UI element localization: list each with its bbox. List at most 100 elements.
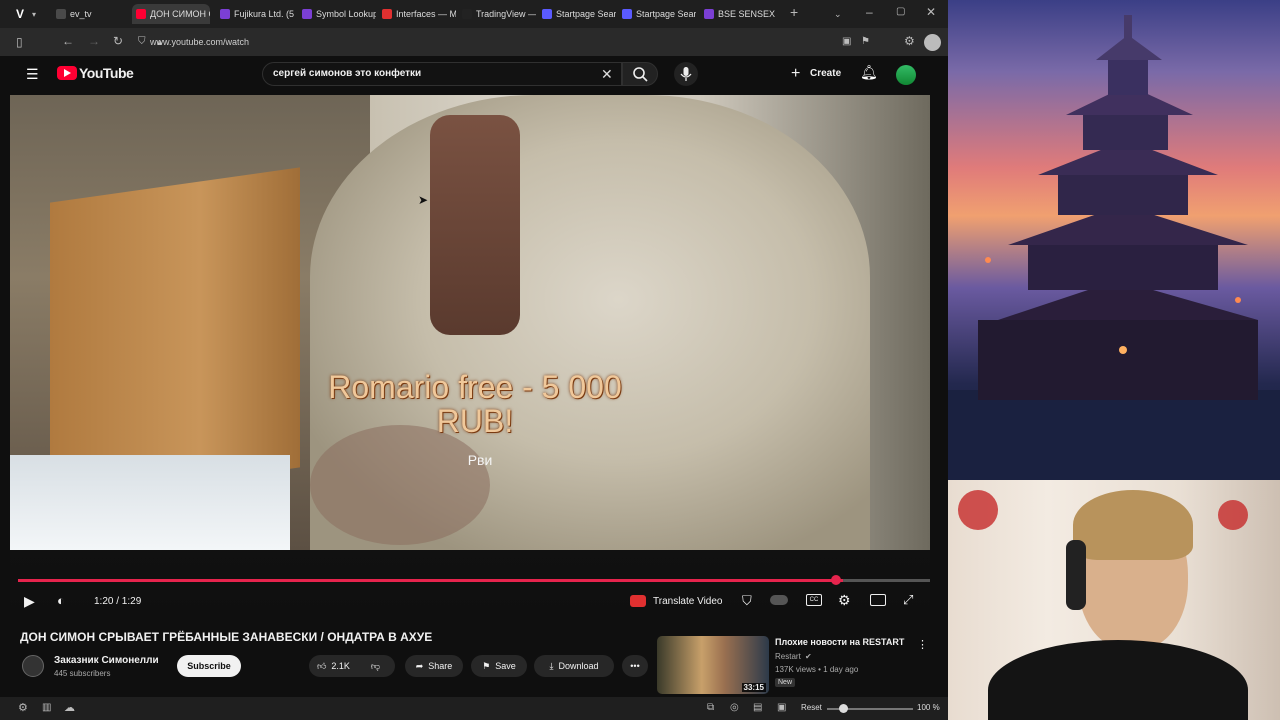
clear-search-icon[interactable]: ✕ xyxy=(601,66,613,83)
youtube-logo-text[interactable]: YouTube xyxy=(79,65,134,81)
browser-tab[interactable]: Startpage Searc xyxy=(618,4,696,24)
sync-icon[interactable]: ⚙ xyxy=(18,702,28,714)
cloud-icon[interactable]: ☁ xyxy=(64,702,75,714)
video-title: ДОН СИМОН СРЫВАЕТ ГРЁБАННЫЕ ЗАНАВЕСКИ / … xyxy=(20,630,433,644)
subscribe-button[interactable]: Subscribe xyxy=(177,655,241,677)
create-button[interactable]: Create xyxy=(810,68,841,79)
channel-name[interactable]: Заказник Симонелли xyxy=(54,655,159,666)
recommended-title[interactable]: Плохие новости на RESTART xyxy=(775,637,904,647)
browser-tab-label: Startpage Searc xyxy=(636,9,696,19)
new-tab-icon[interactable]: + xyxy=(790,5,798,19)
player-controls xyxy=(10,550,930,614)
search-input[interactable]: сергей симонов это конфетки xyxy=(262,62,622,86)
browser-tab-bar: V ▾ ev_tv ДОН СИМОН С Fujikura Ltd. (5 Symb… xyxy=(0,0,948,28)
avatar[interactable] xyxy=(924,34,941,51)
translate-video-button[interactable]: Translate Video xyxy=(653,596,723,607)
share-button[interactable]: ➦ Share xyxy=(405,655,463,677)
create-plus-icon: + xyxy=(791,65,801,82)
save-button[interactable]: ⚑ Save xyxy=(471,655,527,677)
tile-icon[interactable]: ▥ xyxy=(42,702,51,714)
browser-tab-label: BSE SENSEX Sto xyxy=(718,9,778,19)
microphone-icon xyxy=(680,67,692,81)
url-field[interactable]: www.youtube.com/watch xyxy=(150,33,830,51)
theater-mode-icon[interactable] xyxy=(870,594,886,606)
fullscreen-icon[interactable]: ⤢ xyxy=(903,592,913,608)
page-actions-icon[interactable]: ⧉ xyxy=(707,702,714,714)
save-label: Save xyxy=(495,661,516,671)
account-avatar[interactable] xyxy=(896,65,916,85)
more-actions-button[interactable]: ••• xyxy=(622,655,648,677)
voice-search-button[interactable] xyxy=(674,62,698,86)
subscriber-count: 445 subscribers xyxy=(54,669,111,678)
shield-icon[interactable]: ⛉ xyxy=(742,593,752,609)
maximize-icon[interactable]: ▢ xyxy=(896,6,905,18)
donation-alert-line1: Romario free - 5 000 xyxy=(328,369,622,405)
translate-page-icon[interactable]: ▣ xyxy=(842,36,851,48)
more-icon: ••• xyxy=(630,661,640,671)
vivaldi-menu-icon[interactable]: V xyxy=(16,8,24,20)
zoom-slider-knob[interactable] xyxy=(839,704,848,713)
browser-tab[interactable]: ДОН СИМОН С xyxy=(132,4,210,24)
browser-tab-label: Symbol Lookup xyxy=(316,9,376,19)
webcam-person-hair xyxy=(1073,490,1193,560)
progress-bar[interactable] xyxy=(18,579,930,582)
youtube-logo-icon[interactable] xyxy=(57,66,77,80)
video-frame-counter xyxy=(10,455,290,550)
volume-icon[interactable]: ◐ xyxy=(57,593,65,608)
image-toggle-icon[interactable]: ▣ xyxy=(777,702,786,714)
zoom-slider[interactable] xyxy=(827,704,913,713)
reader-icon[interactable]: ▤ xyxy=(753,702,762,714)
browser-tab[interactable]: ev_tv xyxy=(52,4,130,24)
download-button[interactable]: ⤓ Download xyxy=(534,655,614,677)
notifications-bell-icon[interactable]: 🔔︎ xyxy=(860,65,878,79)
search-button[interactable] xyxy=(622,62,658,86)
minimize-icon[interactable]: – xyxy=(866,6,873,18)
site-shield-icon[interactable]: ⛉ xyxy=(138,36,146,48)
browser-tab[interactable]: Fujikura Ltd. (5 xyxy=(216,4,294,24)
bookmark-icon[interactable]: ⚑ xyxy=(861,36,870,48)
recommended-thumbnail[interactable]: 33:15 xyxy=(657,636,769,694)
browser-tab[interactable]: BSE SENSEX Sto xyxy=(700,4,778,24)
search-icon xyxy=(633,67,648,82)
panel-toggle-icon[interactable]: ▯ xyxy=(16,36,23,48)
browser-tab[interactable]: Startpage Searc xyxy=(538,4,616,24)
progress-scrubber[interactable] xyxy=(831,575,841,585)
tab-list-icon[interactable]: ⌄ xyxy=(834,8,842,20)
browser-tab[interactable]: Symbol Lookup xyxy=(298,4,376,24)
video-player[interactable]: ➤ xyxy=(10,95,930,550)
tab-favicon-icon xyxy=(56,9,66,19)
zoom-reset-button[interactable]: Reset xyxy=(801,703,822,712)
close-window-icon[interactable]: ✕ xyxy=(926,6,936,18)
back-icon[interactable]: ← xyxy=(62,35,74,47)
recommended-channel[interactable]: Restart xyxy=(775,652,801,661)
play-icon[interactable]: ▶ xyxy=(24,593,35,610)
like-icon[interactable]: 👍︎ xyxy=(317,661,326,672)
settings-gear-icon[interactable]: ⚙ xyxy=(838,592,851,609)
browser-tab[interactable]: Interfaces — M xyxy=(378,4,456,24)
chevron-down-icon[interactable]: ▾ xyxy=(32,9,36,21)
browser-tab[interactable]: TradingView — xyxy=(458,4,536,24)
recommended-duration: 33:15 xyxy=(741,683,766,692)
captions-icon[interactable]: CC xyxy=(806,594,822,606)
tab-favicon-icon xyxy=(302,9,312,19)
channel-avatar[interactable] xyxy=(22,655,44,677)
tab-favicon-icon xyxy=(382,9,392,19)
webcam-overlay xyxy=(948,480,1280,720)
desktop-wallpaper xyxy=(948,0,1280,480)
hamburger-menu-icon[interactable]: ☰ xyxy=(26,67,39,81)
tab-favicon-icon xyxy=(220,9,230,19)
subscribe-label: Subscribe xyxy=(187,661,231,671)
forward-icon[interactable]: → xyxy=(88,35,100,47)
headphones-icon xyxy=(1066,540,1086,610)
reload-icon[interactable]: ↻ xyxy=(113,35,123,47)
like-dislike-group: 👍︎ 2.1K 👎︎ xyxy=(309,655,395,677)
recommended-menu-icon[interactable]: ⋮ xyxy=(917,638,928,651)
tab-favicon-icon xyxy=(542,9,552,19)
dislike-icon[interactable]: 👎︎ xyxy=(371,661,380,672)
browser-tab-label: TradingView — xyxy=(476,9,536,19)
translate-icon xyxy=(630,595,646,607)
like-count[interactable]: 2.1K xyxy=(331,661,350,671)
extensions-icon[interactable]: ⚙ xyxy=(904,35,915,47)
autoplay-toggle[interactable] xyxy=(770,595,788,605)
capture-icon[interactable]: ◎ xyxy=(730,702,739,714)
